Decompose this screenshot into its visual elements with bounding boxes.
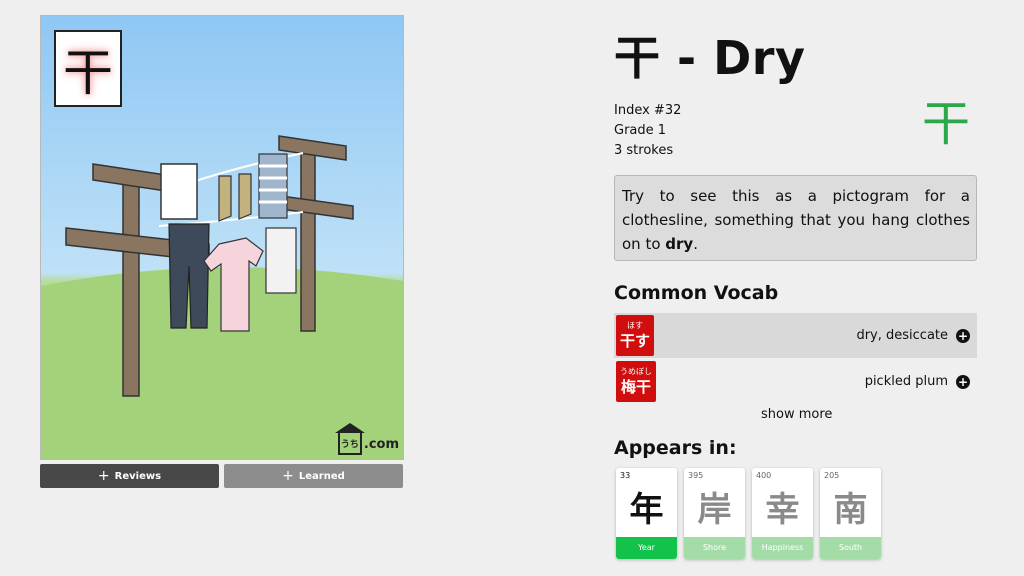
vocab-heading: Common Vocab xyxy=(614,282,779,304)
add-vocab-icon[interactable]: + xyxy=(956,328,970,343)
learned-button-label: Learned xyxy=(298,470,345,482)
related-kanji-number: 395 xyxy=(688,471,704,480)
appears-in-heading: Appears in: xyxy=(614,437,737,459)
related-kanji-number: 205 xyxy=(824,471,840,480)
plus-icon: + xyxy=(282,468,294,484)
vocab-row[interactable]: うめぼし 梅干 pickled plum + xyxy=(614,359,977,404)
vocab-meaning: pickled plum xyxy=(864,374,948,389)
house-logo-icon: うち xyxy=(334,423,365,455)
reviews-button-label: Reviews xyxy=(114,470,162,482)
vocab-furigana: うめぼし xyxy=(620,366,652,376)
related-kanji-glyph: 幸 xyxy=(765,490,800,530)
vocab-meaning: dry, desiccate xyxy=(856,328,948,343)
related-kanji-card[interactable]: 395 岸 Shore xyxy=(684,468,745,559)
vocab-word: 梅干 xyxy=(620,377,651,396)
related-kanji-number: 33 xyxy=(620,471,631,480)
learned-button[interactable]: + Learned xyxy=(224,464,403,488)
page-title: 干 - Dry xyxy=(614,31,806,85)
related-kanji-glyph: 年 xyxy=(629,490,664,530)
kanji-stroke-count: 3 strokes xyxy=(614,143,674,158)
related-kanji-label: Shore xyxy=(684,537,745,559)
related-kanji-number: 400 xyxy=(756,471,772,480)
kanji-grade: Grade 1 xyxy=(614,123,667,138)
vocab-word: 干す xyxy=(620,331,651,350)
kanji-stamp: 干 xyxy=(54,30,122,107)
related-kanji-label: Happiness xyxy=(752,537,813,559)
mnemonic-keyword: dry xyxy=(665,235,694,253)
reviews-button[interactable]: + Reviews xyxy=(40,464,219,488)
show-more-link[interactable]: show more xyxy=(761,407,832,422)
mnemonic-box: Try to see this as a pictogram for a clo… xyxy=(614,175,977,261)
vocab-furigana: ほす xyxy=(627,320,643,330)
related-kanji-label: Year xyxy=(616,537,677,559)
related-kanji-card[interactable]: 400 幸 Happiness xyxy=(752,468,813,559)
mnemonic-text-end: . xyxy=(693,235,698,253)
mnemonic-illustration: 干 うち .com xyxy=(40,15,404,460)
related-kanji-glyph: 南 xyxy=(833,490,868,530)
site-logo-suffix: .com xyxy=(363,436,399,452)
related-kanji-card[interactable]: 205 南 South xyxy=(820,468,881,559)
site-logo: うち .com xyxy=(334,423,399,455)
kanji-meta: Index #32 Grade 1 3 strokes xyxy=(614,101,681,161)
related-kanji-glyph: 岸 xyxy=(697,490,732,530)
related-kanji-card[interactable]: 33 年 Year xyxy=(616,468,677,559)
plus-icon: + xyxy=(97,468,110,484)
vocab-word-badge: うめぼし 梅干 xyxy=(616,361,656,402)
vocab-row[interactable]: ほす 干す dry, desiccate + xyxy=(614,313,977,358)
add-vocab-icon[interactable]: + xyxy=(956,374,970,389)
kanji-index: Index #32 xyxy=(614,103,682,118)
vocab-word-badge: ほす 干す xyxy=(616,315,655,356)
stroke-order-kanji[interactable]: 干 xyxy=(922,100,970,148)
related-kanji-label: South xyxy=(820,537,881,559)
